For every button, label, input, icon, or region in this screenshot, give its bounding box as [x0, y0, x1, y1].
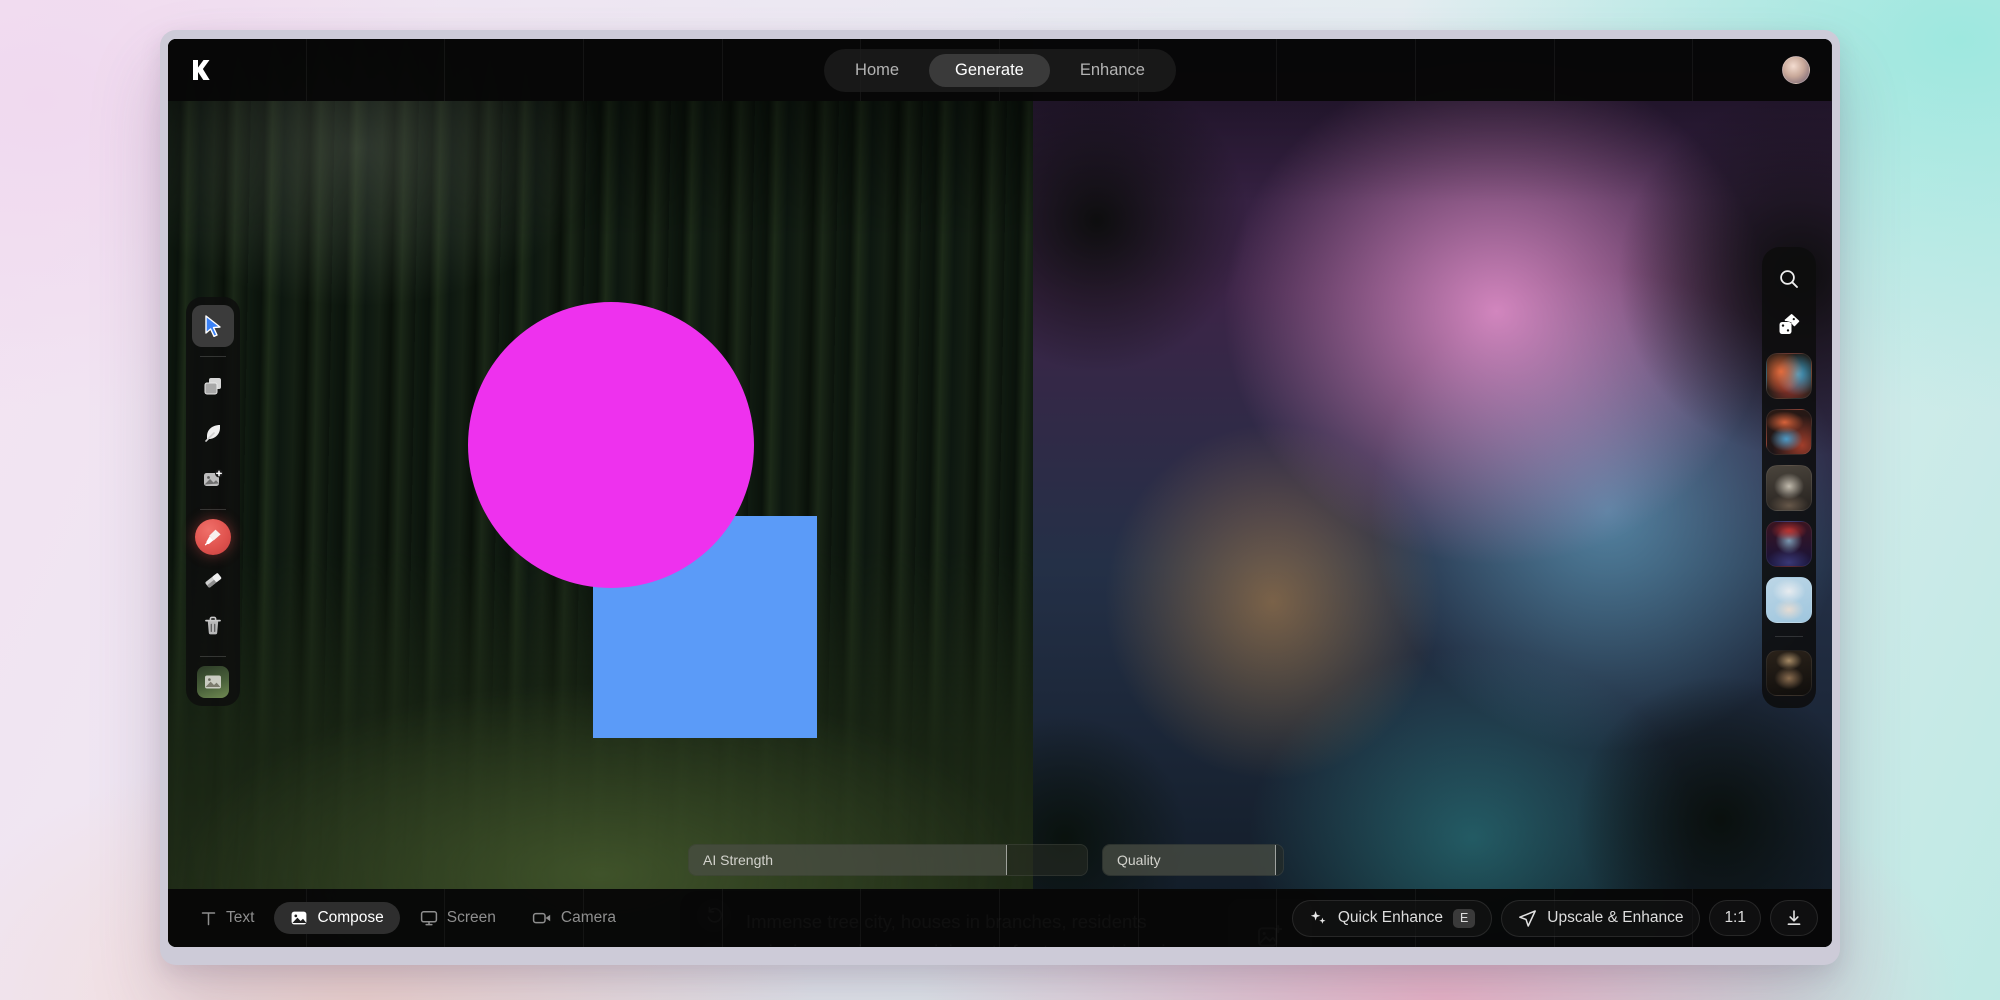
- upscale-enhance-button[interactable]: Upscale & Enhance: [1501, 899, 1701, 937]
- trash-icon: [203, 615, 223, 637]
- mode-screen-label: Screen: [446, 909, 496, 926]
- toolbar-divider: [200, 656, 226, 657]
- image-icon: [204, 674, 222, 690]
- paint-brush-icon: [203, 527, 223, 547]
- user-avatar[interactable]: [1782, 56, 1810, 84]
- generation-thumbnail-6[interactable]: [1766, 650, 1812, 696]
- text-icon: [200, 910, 217, 927]
- toolbar-divider: [200, 509, 226, 510]
- cursor-icon: [203, 315, 223, 337]
- delete-tool[interactable]: [192, 605, 234, 647]
- image-thumbnail-tool[interactable]: [197, 666, 229, 698]
- ai-strength-label: AI Strength: [703, 852, 774, 868]
- mode-text-label: Text: [226, 909, 255, 926]
- bottom-bar: Text Compose Screen Camera Quick Enhance…: [168, 889, 1832, 947]
- select-tool[interactable]: [192, 305, 234, 347]
- ai-strength-slider[interactable]: AI Strength: [688, 844, 1088, 876]
- layers-tool[interactable]: [192, 366, 234, 408]
- download-button[interactable]: [1770, 900, 1818, 936]
- left-toolbar: [186, 297, 240, 706]
- tab-generate[interactable]: Generate: [929, 53, 1050, 87]
- krea-logo-icon[interactable]: [186, 55, 214, 85]
- brush-tool[interactable]: [195, 519, 231, 555]
- top-bar: Home Generate Enhance: [168, 39, 1832, 101]
- toolbar-divider: [200, 356, 226, 357]
- mode-text[interactable]: Text: [184, 902, 270, 934]
- mode-screen[interactable]: Screen: [404, 902, 512, 934]
- quality-slider[interactable]: Quality: [1102, 844, 1284, 876]
- tab-home[interactable]: Home: [829, 54, 925, 87]
- magenta-circle-shape[interactable]: [468, 302, 754, 588]
- eraser-tool[interactable]: [192, 559, 234, 601]
- canvas-generated-image-tree-city: [1033, 39, 1832, 947]
- dice-shuffle-icon[interactable]: [1771, 307, 1807, 343]
- rail-divider: [1775, 636, 1803, 637]
- sparkles-icon: [1309, 909, 1328, 928]
- main-nav-tabs[interactable]: Home Generate Enhance: [824, 48, 1176, 92]
- mode-camera[interactable]: Camera: [516, 902, 632, 934]
- parameter-sliders: AI Strength Quality: [688, 844, 1284, 876]
- eraser-icon: [202, 569, 224, 591]
- monitor-icon: [420, 909, 438, 927]
- mode-compose-label: Compose: [317, 909, 384, 926]
- feather-tool[interactable]: [192, 412, 234, 454]
- canvas-area[interactable]: [168, 39, 1832, 947]
- generation-thumbnail-4[interactable]: [1766, 521, 1812, 567]
- layers-icon: [202, 376, 224, 398]
- quality-label: Quality: [1117, 852, 1161, 868]
- add-image-tool[interactable]: [192, 458, 234, 500]
- aspect-ratio-label: 1:1: [1724, 909, 1746, 926]
- generation-thumbnail-5[interactable]: [1766, 577, 1812, 623]
- tab-enhance[interactable]: Enhance: [1054, 54, 1171, 87]
- upscale-enhance-label: Upscale & Enhance: [1547, 909, 1684, 926]
- feather-icon: [202, 422, 224, 444]
- laptop-device-frame: Home Generate Enhance AI Strength Qualit…: [160, 30, 1840, 965]
- add-image-icon: [202, 468, 224, 490]
- generation-thumbnail-2[interactable]: [1766, 409, 1812, 455]
- mode-compose[interactable]: Compose: [274, 902, 400, 934]
- download-icon: [1785, 909, 1803, 927]
- mode-camera-label: Camera: [560, 909, 617, 926]
- aspect-ratio-button[interactable]: 1:1: [1709, 900, 1761, 936]
- right-sidebar: [1762, 247, 1816, 708]
- generation-thumbnail-1[interactable]: [1766, 353, 1812, 399]
- quick-enhance-button[interactable]: Quick Enhance E: [1291, 899, 1493, 937]
- app-screen: Home Generate Enhance AI Strength Qualit…: [168, 39, 1832, 947]
- video-camera-icon: [532, 909, 552, 927]
- search-icon[interactable]: [1771, 261, 1807, 297]
- quick-enhance-label: Quick Enhance: [1337, 909, 1443, 926]
- quick-enhance-shortcut: E: [1452, 908, 1476, 928]
- mode-switcher: Text Compose Screen Camera: [184, 902, 632, 934]
- bottom-bar-actions: Quick Enhance E Upscale & Enhance 1:1: [1291, 899, 1818, 937]
- send-icon: [1518, 909, 1537, 928]
- image-icon: [290, 909, 308, 927]
- generation-thumbnail-3[interactable]: [1766, 465, 1812, 511]
